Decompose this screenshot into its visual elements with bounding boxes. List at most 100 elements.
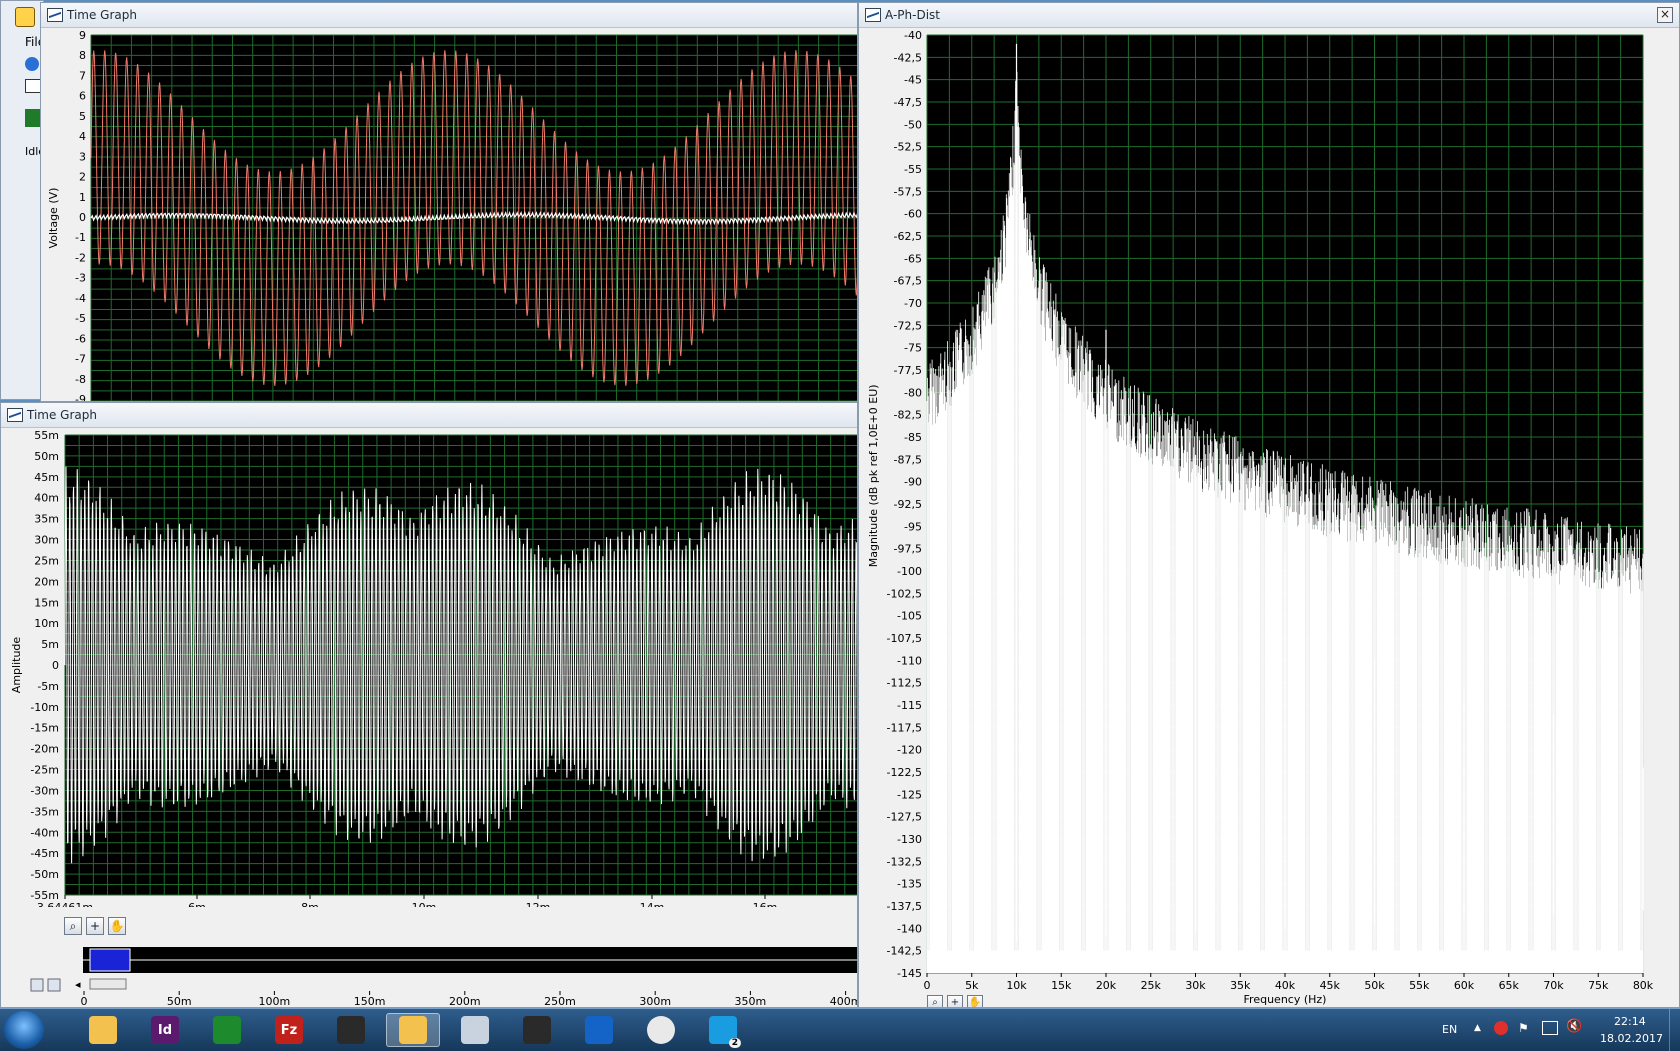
x-tick-label: 45k bbox=[1320, 979, 1341, 992]
y-tick-label: -132,5 bbox=[887, 855, 922, 868]
explorer-icon bbox=[89, 1016, 117, 1044]
x-tick-label: 15k bbox=[1051, 979, 1072, 992]
taskbar-item[interactable] bbox=[634, 1013, 688, 1047]
copy-icon[interactable] bbox=[25, 79, 41, 93]
overview-tick-label: 50m bbox=[167, 995, 192, 1008]
title-bar[interactable]: Time Graph bbox=[41, 3, 857, 28]
x-tick-label: 14m bbox=[640, 901, 665, 907]
y-tick-label: 8 bbox=[79, 49, 86, 62]
close-button[interactable]: × bbox=[1657, 7, 1673, 23]
overview-strip[interactable]: ◂0 50m 100m 150m 200m 250m 300m 350m 400m bbox=[1, 939, 858, 1008]
taskbar-item[interactable] bbox=[448, 1013, 502, 1047]
window-title: Time Graph bbox=[67, 8, 137, 22]
clock-time[interactable]: 22:14 bbox=[1614, 1015, 1646, 1028]
y-tick-label: -95 bbox=[904, 520, 922, 533]
overview-selection bbox=[89, 948, 131, 972]
speaker-muted-icon[interactable]: 🔇 bbox=[1566, 1019, 1582, 1034]
clock-date[interactable]: 18.02.2017 bbox=[1600, 1032, 1663, 1045]
y-tick-label: -25m bbox=[30, 764, 59, 777]
y-tick-label: 1 bbox=[79, 191, 86, 204]
title-bar[interactable]: A-Ph-Dist × bbox=[859, 3, 1679, 28]
y-tick-label: -70 bbox=[904, 297, 922, 310]
y-tick-label: 0 bbox=[79, 211, 86, 224]
y-tick-label: -3 bbox=[75, 272, 86, 285]
y-tick-label: 15m bbox=[34, 596, 59, 609]
time-graph-bottom-window: Time Graph 55m 50m 45m 40m 35m 30m 25m 20m 15m 10… bbox=[0, 402, 858, 1008]
labview-icon bbox=[399, 1016, 427, 1044]
calculator-icon bbox=[461, 1016, 489, 1044]
labview15-icon bbox=[523, 1016, 551, 1044]
pan-tool-button[interactable]: ✋ bbox=[108, 917, 126, 935]
taskbar-item[interactable] bbox=[572, 1013, 626, 1047]
taskbar-item[interactable] bbox=[386, 1013, 440, 1047]
y-tick-label: 35m bbox=[34, 513, 59, 526]
y-tick-label: -15m bbox=[30, 722, 59, 735]
taskbar-item[interactable]: Fz bbox=[262, 1013, 316, 1047]
x-tick-label: 50k bbox=[1364, 979, 1385, 992]
overview-tick-label: 250m bbox=[544, 995, 576, 1008]
indesign-icon: Id bbox=[151, 1016, 179, 1044]
y-tick-label: 55m bbox=[34, 429, 59, 442]
taskbar-item[interactable] bbox=[324, 1013, 378, 1047]
y-tick-label: -5 bbox=[75, 312, 86, 325]
x-tick-label: 6m bbox=[188, 901, 206, 907]
y-tick-label: -77,5 bbox=[894, 364, 922, 377]
network-tray-icon[interactable] bbox=[1542, 1021, 1558, 1035]
y-tick-label: -40m bbox=[30, 826, 59, 839]
taskbar-item[interactable] bbox=[510, 1013, 564, 1047]
y-tick-label: 50m bbox=[34, 450, 59, 463]
taskbar-item[interactable] bbox=[200, 1013, 254, 1047]
y-tick-label: -50 bbox=[904, 118, 922, 131]
spectrum-graph[interactable]: -40 -42,5 -45 -47,5 -50 -52,5 -55 -57,5 -60 -62,5… bbox=[859, 27, 1680, 1008]
app-icon[interactable] bbox=[15, 7, 35, 27]
run-icon[interactable] bbox=[25, 57, 39, 71]
graph-icon bbox=[7, 408, 23, 422]
y-tick-label: -62,5 bbox=[894, 230, 922, 243]
y-tick-label: -5m bbox=[37, 680, 59, 693]
x-tick-label: 60k bbox=[1454, 979, 1475, 992]
amplitude-graph[interactable]: 55m 50m 45m 40m 35m 30m 25m 20m 15m 10m 5m 0 -5m -10m… bbox=[1, 427, 858, 907]
scroll-left-icon: ◂ bbox=[75, 978, 81, 991]
y-tick-label: 0 bbox=[52, 659, 59, 672]
language-indicator[interactable]: EN bbox=[1442, 1023, 1457, 1036]
y-tick-label: 7 bbox=[79, 69, 86, 82]
skype-badge: 2 bbox=[728, 1038, 741, 1048]
taskbar-item[interactable]: 2 bbox=[696, 1013, 750, 1048]
y-tick-label: -8 bbox=[75, 373, 86, 386]
chrome-icon bbox=[647, 1016, 675, 1044]
zoom-tool-button[interactable]: ⌕ bbox=[927, 995, 943, 1007]
y-axis-label: Amplitude bbox=[10, 637, 23, 694]
show-desktop-button[interactable] bbox=[1669, 1009, 1680, 1051]
y-tick-label: -42,5 bbox=[894, 51, 922, 64]
y-tick-label: -45 bbox=[904, 74, 922, 87]
cursor-tool-button[interactable]: + bbox=[86, 917, 104, 935]
y-tick-label: -110 bbox=[897, 654, 922, 667]
flag-icon[interactable]: ⚑ bbox=[1518, 1021, 1529, 1035]
cursor-tool-button[interactable]: + bbox=[947, 995, 963, 1007]
y-tick-label: -52,5 bbox=[894, 141, 922, 154]
pan-tool-button[interactable]: ✋ bbox=[967, 995, 983, 1007]
voltage-graph[interactable]: 9 8 7 6 5 4 3 2 1 0 -1 -2 -3 -4 -5 -6 -7 -8 -9 Voltage (V) bbox=[41, 27, 858, 401]
x-tick-label: 40k bbox=[1275, 979, 1296, 992]
y-tick-label: 40m bbox=[34, 492, 59, 505]
y-tick-label: 6 bbox=[79, 90, 86, 103]
zoom-tool-button[interactable]: ⌕ bbox=[64, 917, 82, 935]
y-tick-label: -90 bbox=[904, 476, 922, 489]
tray-arrow-icon[interactable]: ▲ bbox=[1474, 1023, 1481, 1033]
x-tick-label: 35k bbox=[1230, 979, 1251, 992]
taskbar-item[interactable] bbox=[76, 1013, 130, 1047]
x-tick-label: 65k bbox=[1499, 979, 1520, 992]
y-tick-label: -127,5 bbox=[887, 811, 922, 824]
antivirus-icon[interactable] bbox=[1494, 1021, 1508, 1035]
start-button[interactable] bbox=[4, 1011, 44, 1049]
skype-icon: 2 bbox=[709, 1016, 741, 1048]
y-tick-label: -10m bbox=[30, 701, 59, 714]
y-tick-label: -137,5 bbox=[887, 900, 922, 913]
title-bar[interactable]: Time Graph bbox=[1, 403, 857, 428]
x-tick-label: 20k bbox=[1096, 979, 1117, 992]
y-tick-label: -85 bbox=[904, 431, 922, 444]
taskbar-item[interactable]: Id bbox=[138, 1013, 192, 1047]
spectrum-window: A-Ph-Dist × -40 -42,5 -45 -47,5 -50 -52,5 -55-… bbox=[858, 2, 1680, 1008]
y-tick-label: 20m bbox=[34, 575, 59, 588]
noise-floor-band bbox=[927, 950, 1643, 973]
